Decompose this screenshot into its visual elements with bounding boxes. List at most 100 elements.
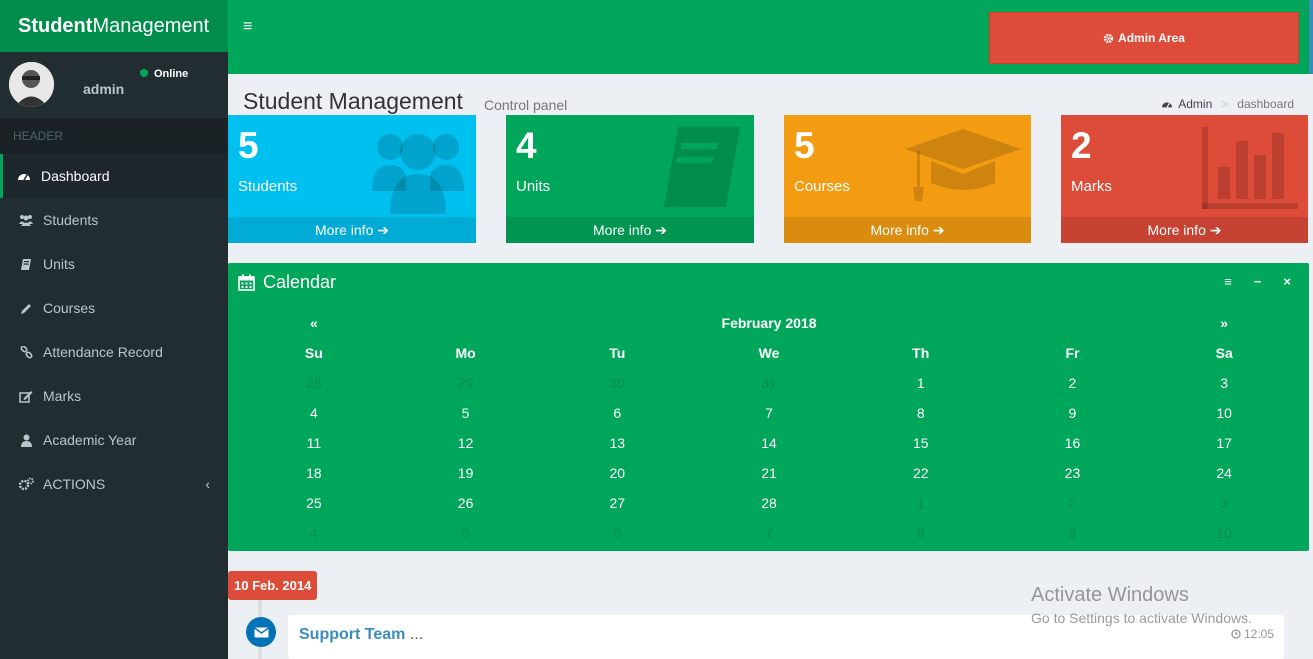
weekday-header: Tu xyxy=(609,345,626,361)
calendar-day-other-month[interactable]: 30 xyxy=(541,375,693,391)
calendar-day[interactable]: 8 xyxy=(845,405,997,421)
calendar-week-row: 4 5 6 7 8 9 10 xyxy=(238,398,1300,428)
calendar-day[interactable]: 18 xyxy=(238,465,390,481)
calendar-day[interactable]: 11 xyxy=(238,435,390,451)
calendar-day[interactable]: 5 xyxy=(390,405,542,421)
sidebar-item-label: ACTIONS xyxy=(43,476,106,492)
calendar-week-row: 28 29 30 31 1 2 3 xyxy=(238,368,1300,398)
calendar-day-other-month[interactable]: 10 xyxy=(1148,525,1300,541)
calendar-week-row: 11 12 13 14 15 16 17 xyxy=(238,428,1300,458)
timeline-item-suffix: ... xyxy=(409,626,424,643)
calendar-day[interactable]: 2 xyxy=(997,375,1149,391)
calendar-tools: ≡ − × xyxy=(1224,274,1291,289)
timeline-item-author[interactable]: Support Team xyxy=(299,626,405,643)
next-month-button[interactable]: » xyxy=(1148,315,1300,331)
calendar-week-row: 4 5 6 7 8 9 10 xyxy=(238,518,1300,548)
calendar-header: Calendar xyxy=(238,272,336,293)
calendar-day[interactable]: 1 xyxy=(845,375,997,391)
calendar-day[interactable]: 25 xyxy=(238,495,390,511)
calendar-day-other-month[interactable]: 7 xyxy=(693,525,845,541)
stat-value: 5 xyxy=(238,125,259,166)
calendar-day[interactable]: 22 xyxy=(845,465,997,481)
chevron-left-icon: ‹ xyxy=(205,476,210,492)
calendar-day[interactable]: 13 xyxy=(541,435,693,451)
sidebar-toggle-icon[interactable]: ≡ xyxy=(243,18,252,36)
close-icon[interactable]: × xyxy=(1283,274,1291,289)
calendar-day[interactable]: 24 xyxy=(1148,465,1300,481)
sidebar-item-marks[interactable]: Marks xyxy=(0,374,228,418)
sidebar-item-label: Academic Year xyxy=(43,432,137,448)
calendar-day-other-month[interactable]: 8 xyxy=(845,525,997,541)
breadcrumb-current: dashboard xyxy=(1237,97,1294,111)
calendar-week-row: 18 19 20 21 22 23 24 xyxy=(238,458,1300,488)
calendar-day[interactable]: 10 xyxy=(1148,405,1300,421)
arrow-circle-right-icon: ➔ xyxy=(1209,222,1222,238)
calendar-day[interactable]: 28 xyxy=(693,495,845,511)
calendar-day-other-month[interactable]: 2 xyxy=(997,495,1149,511)
sidebar-item-students[interactable]: Students xyxy=(0,198,228,242)
bar-chart-icon xyxy=(1200,119,1300,214)
calendar-day[interactable]: 4 xyxy=(238,405,390,421)
calendar-day-other-month[interactable]: 6 xyxy=(541,525,693,541)
calendar-day[interactable]: 9 xyxy=(997,405,1149,421)
app-logo[interactable]: StudentManagement xyxy=(0,0,228,52)
calendar-icon xyxy=(238,274,255,291)
weekday-header: Mo xyxy=(455,345,476,361)
calendar-day[interactable]: 12 xyxy=(390,435,542,451)
calendar-day-other-month[interactable]: 9 xyxy=(997,525,1149,541)
online-status-label: Online xyxy=(154,68,189,80)
calendar-day[interactable]: 14 xyxy=(693,435,845,451)
calendar-day[interactable]: 21 xyxy=(693,465,845,481)
sidebar-item-academic-year[interactable]: Academic Year xyxy=(0,418,228,462)
stat-label: Courses xyxy=(794,178,850,195)
more-info-link[interactable]: More info ➔ xyxy=(506,217,754,243)
more-info-link[interactable]: More info ➔ xyxy=(228,217,476,243)
stat-label: Students xyxy=(238,178,298,195)
calendar-day-other-month[interactable]: 3 xyxy=(1148,495,1300,511)
more-info-link[interactable]: More info ➔ xyxy=(1061,217,1308,243)
calendar-day[interactable]: 17 xyxy=(1148,435,1300,451)
sidebar-item-courses[interactable]: Courses xyxy=(0,286,228,330)
prev-month-button[interactable]: « xyxy=(238,315,390,331)
calendar-day-other-month[interactable]: 29 xyxy=(390,375,542,391)
calendar-day-other-month[interactable]: 4 xyxy=(238,525,390,541)
sidebar-item-label: Dashboard xyxy=(41,168,110,184)
calendar-day-other-month[interactable]: 5 xyxy=(390,525,542,541)
gear-icon xyxy=(1103,33,1114,44)
more-info-link[interactable]: More info ➔ xyxy=(784,217,1031,243)
calendar-day[interactable]: 16 xyxy=(997,435,1149,451)
arrow-circle-right-icon: ➔ xyxy=(655,222,667,238)
month-title[interactable]: February 2018 xyxy=(390,315,1149,331)
calendar-day[interactable]: 6 xyxy=(541,405,693,421)
sidebar-item-units[interactable]: Units xyxy=(0,242,228,286)
sidebar-item-actions[interactable]: ACTIONS ‹ xyxy=(0,462,228,506)
calendar-day-other-month[interactable]: 28 xyxy=(238,375,390,391)
sidebar-item-dashboard[interactable]: Dashboard xyxy=(0,154,228,198)
calendar-day-other-month[interactable]: 1 xyxy=(845,495,997,511)
calendar-day[interactable]: 23 xyxy=(997,465,1149,481)
sidebar-item-attendance-record[interactable]: Attendance Record xyxy=(0,330,228,374)
calendar-day[interactable]: 26 xyxy=(390,495,542,511)
calendar-day-other-month[interactable]: 31 xyxy=(693,375,845,391)
calendar-day[interactable]: 7 xyxy=(693,405,845,421)
stat-box-students: 5 Students More info ➔ xyxy=(228,115,476,243)
calendar-grid: « February 2018 » Su Mo Tu We Th Fr Sa 28 29 30 3… xyxy=(238,308,1300,548)
breadcrumb-admin-link[interactable]: Admin xyxy=(1178,97,1212,111)
more-info-label: More info xyxy=(593,222,652,238)
calendar-day[interactable]: 20 xyxy=(541,465,693,481)
calendar-menu-icon[interactable]: ≡ xyxy=(1224,274,1232,289)
calendar-day[interactable]: 15 xyxy=(845,435,997,451)
more-info-label: More info xyxy=(1147,222,1206,238)
online-dot-icon xyxy=(140,69,148,77)
user-panel: admin Online xyxy=(0,52,228,118)
calendar-day[interactable]: 27 xyxy=(541,495,693,511)
calendar-day[interactable]: 19 xyxy=(390,465,542,481)
dashboard-icon xyxy=(1161,99,1173,109)
book-icon xyxy=(18,256,34,272)
calendar-day[interactable]: 3 xyxy=(1148,375,1300,391)
users-icon xyxy=(368,119,468,219)
admin-area-button[interactable]: Admin Area xyxy=(989,12,1299,64)
sidebar-item-label: Courses xyxy=(43,300,96,316)
collapse-icon[interactable]: − xyxy=(1254,274,1262,289)
stat-value: 2 xyxy=(1071,125,1092,166)
